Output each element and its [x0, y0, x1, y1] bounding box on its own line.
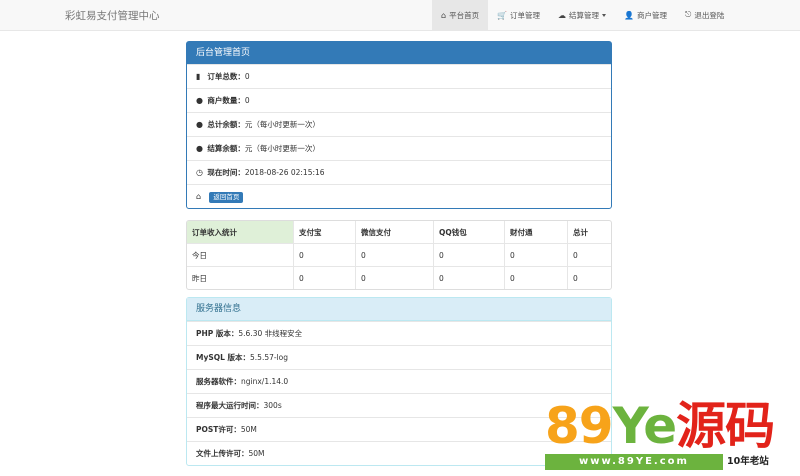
mysql-version-value: 5.5.57-log: [250, 353, 289, 362]
site-watermark: 89Ye源码 www.89YE.com 10年老站: [540, 398, 800, 476]
order-total-value: 0: [244, 72, 250, 81]
table-cell: 0: [433, 266, 505, 289]
home-icon: ⌂: [196, 192, 202, 201]
nav-item-merchants[interactable]: 👤 商户管理: [615, 0, 676, 30]
mysql-version-label: MySQL 版本：: [196, 353, 251, 362]
cart-icon: 🛒: [497, 10, 508, 20]
watermark-logo-part: Ye: [612, 397, 678, 455]
tint-icon: ●: [196, 144, 203, 153]
table-header-cell: 订单收入统计: [187, 221, 294, 244]
user-icon: 👤: [624, 10, 635, 20]
table-row: 今日 0 0 0 0 0: [187, 243, 611, 267]
clock-icon: ◷: [196, 168, 203, 177]
table-row: 昨日 0 0 0 0 0: [187, 266, 611, 289]
nav-label-home: 平台首页: [449, 10, 480, 20]
watermark-url: www.89YE.com: [545, 454, 723, 470]
settle-balance-label: 结算余额：: [207, 144, 245, 153]
table-header-cell: QQ钱包: [433, 221, 505, 244]
watermark-tagline: 10年老站: [727, 456, 769, 467]
tint-icon: ●: [196, 120, 203, 129]
table-header-row: 订单收入统计 支付宝 微信支付 QQ钱包 财付通 总计: [187, 221, 611, 244]
brand-title[interactable]: 彩虹易支付管理中心: [65, 8, 160, 23]
home-icon: ⌂: [441, 10, 447, 20]
server-software-label: 服务器软件：: [196, 377, 241, 386]
total-balance-value: 元（每小时更新一次）: [244, 120, 320, 129]
top-navbar: 彩虹易支付管理中心 ⌂ 平台首页 🛒 订单管理 ☁ 结算管理 👤 商户管理 ⎋ …: [0, 0, 800, 31]
order-total-label: 订单总数：: [207, 72, 245, 81]
table-header-cell: 支付宝: [293, 221, 356, 244]
nav-item-settlement[interactable]: ☁ 结算管理: [549, 0, 615, 30]
table-cell: 0: [293, 266, 356, 289]
watermark-logo-part: 源码: [676, 397, 775, 455]
current-time-row: ◷ 现在时间：2018-08-26 02:15:16: [187, 160, 611, 184]
nav-item-logout[interactable]: ⎋ 退出登陆: [676, 0, 733, 30]
total-balance-row: ● 总计余额：元（每小时更新一次）: [187, 112, 611, 136]
table-cell: 0: [293, 243, 356, 267]
tint-icon: ●: [196, 96, 203, 105]
nav-label-settlement: 结算管理: [569, 10, 600, 20]
settle-balance-row: ● 结算余额：元（每小时更新一次）: [187, 136, 611, 160]
dashboard-title: 后台管理首页: [187, 42, 611, 64]
mysql-version-row: MySQL 版本：5.5.57-log: [187, 345, 611, 369]
current-time-value: 2018-08-26 02:15:16: [244, 168, 325, 177]
table-cell: 0: [355, 243, 434, 267]
bar-chart-icon: ▮: [196, 72, 201, 81]
current-time-label: 现在时间：: [207, 168, 245, 177]
upload-limit-value: 50M: [248, 449, 265, 458]
nav-label-logout: 退出登陆: [694, 10, 725, 20]
settle-balance-value: 元（每小时更新一次）: [244, 144, 320, 153]
chevron-down-icon: [602, 13, 607, 17]
post-limit-value: 50M: [240, 425, 257, 434]
income-stats-table: 订单收入统计 支付宝 微信支付 QQ钱包 财付通 总计 今日 0 0 0 0 0…: [186, 220, 612, 290]
table-cell-label: 今日: [187, 243, 294, 267]
table-cell-label: 昨日: [187, 266, 294, 289]
total-balance-label: 总计余额：: [207, 120, 245, 129]
order-total-row: ▮ 订单总数：0: [187, 64, 611, 88]
max-exec-time-value: 300s: [263, 401, 282, 410]
table-header-cell: 总计: [567, 221, 611, 244]
table-cell: 0: [433, 243, 505, 267]
dashboard-panel: 后台管理首页 ▮ 订单总数：0 ● 商户数量：0 ● 总计余额：元（每小时更新一…: [186, 41, 612, 209]
table-cell: 0: [504, 266, 568, 289]
table-cell: 0: [567, 243, 611, 267]
php-version-value: 5.6.30 非线程安全: [238, 329, 303, 338]
upload-limit-label: 文件上传许可：: [196, 449, 249, 458]
php-version-row: PHP 版本：5.6.30 非线程安全: [187, 321, 611, 345]
max-exec-time-label: 程序最大运行时间：: [196, 401, 264, 410]
nav-label-merchants: 商户管理: [637, 10, 668, 20]
back-home-row: ⌂ 返回首页: [187, 184, 611, 208]
nav-item-home[interactable]: ⌂ 平台首页: [432, 0, 489, 30]
server-software-row: 服务器软件：nginx/1.14.0: [187, 369, 611, 393]
table-cell: 0: [355, 266, 434, 289]
nav-item-orders[interactable]: 🛒 订单管理: [488, 0, 549, 30]
nav-label-orders: 订单管理: [510, 10, 541, 20]
back-home-button[interactable]: 返回首页: [209, 191, 244, 203]
merchant-count-row: ● 商户数量：0: [187, 88, 611, 112]
php-version-label: PHP 版本：: [196, 329, 239, 338]
server-info-title: 服务器信息: [187, 298, 611, 321]
logout-icon: ⎋: [685, 10, 692, 19]
watermark-logo: 89Ye源码: [545, 397, 775, 455]
post-limit-label: POST许可：: [196, 425, 241, 434]
main-nav: ⌂ 平台首页 🛒 订单管理 ☁ 结算管理 👤 商户管理 ⎋ 退出登陆: [432, 0, 733, 30]
server-software-value: nginx/1.14.0: [241, 377, 289, 386]
table-cell: 0: [567, 266, 611, 289]
merchant-count-value: 0: [244, 96, 250, 105]
merchant-count-label: 商户数量：: [207, 96, 245, 105]
cloud-icon: ☁: [558, 10, 567, 20]
table-header-cell: 微信支付: [355, 221, 434, 244]
watermark-logo-part: 89: [545, 397, 614, 455]
table-header-cell: 财付通: [504, 221, 568, 244]
table-cell: 0: [504, 243, 568, 267]
